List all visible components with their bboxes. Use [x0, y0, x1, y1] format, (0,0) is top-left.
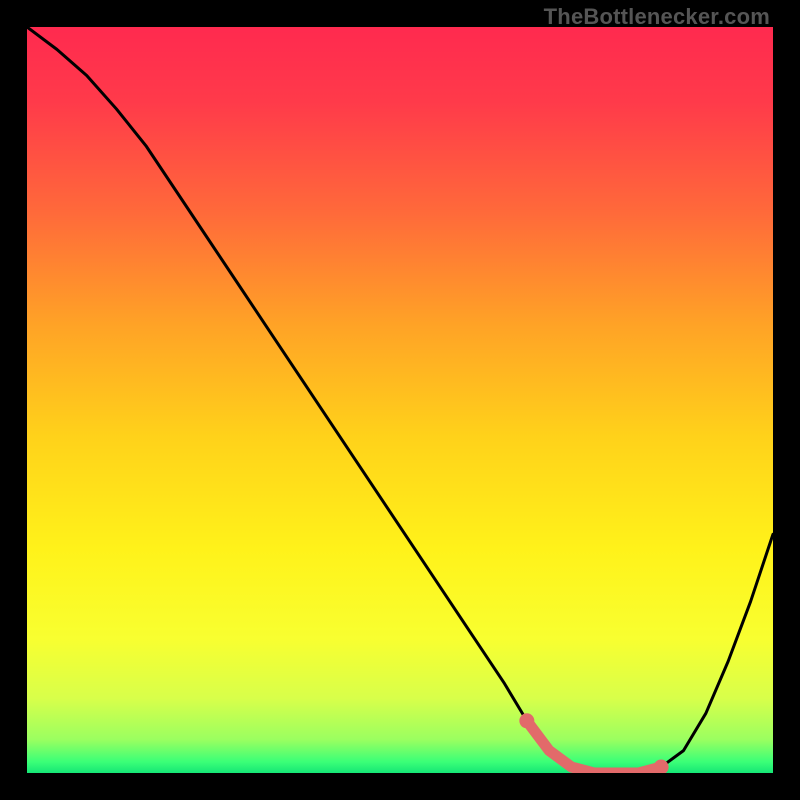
plot-area — [27, 27, 773, 773]
chart-frame: TheBottlenecker.com — [0, 0, 800, 800]
chart-svg — [27, 27, 773, 773]
highlight-endpoint — [519, 713, 534, 728]
